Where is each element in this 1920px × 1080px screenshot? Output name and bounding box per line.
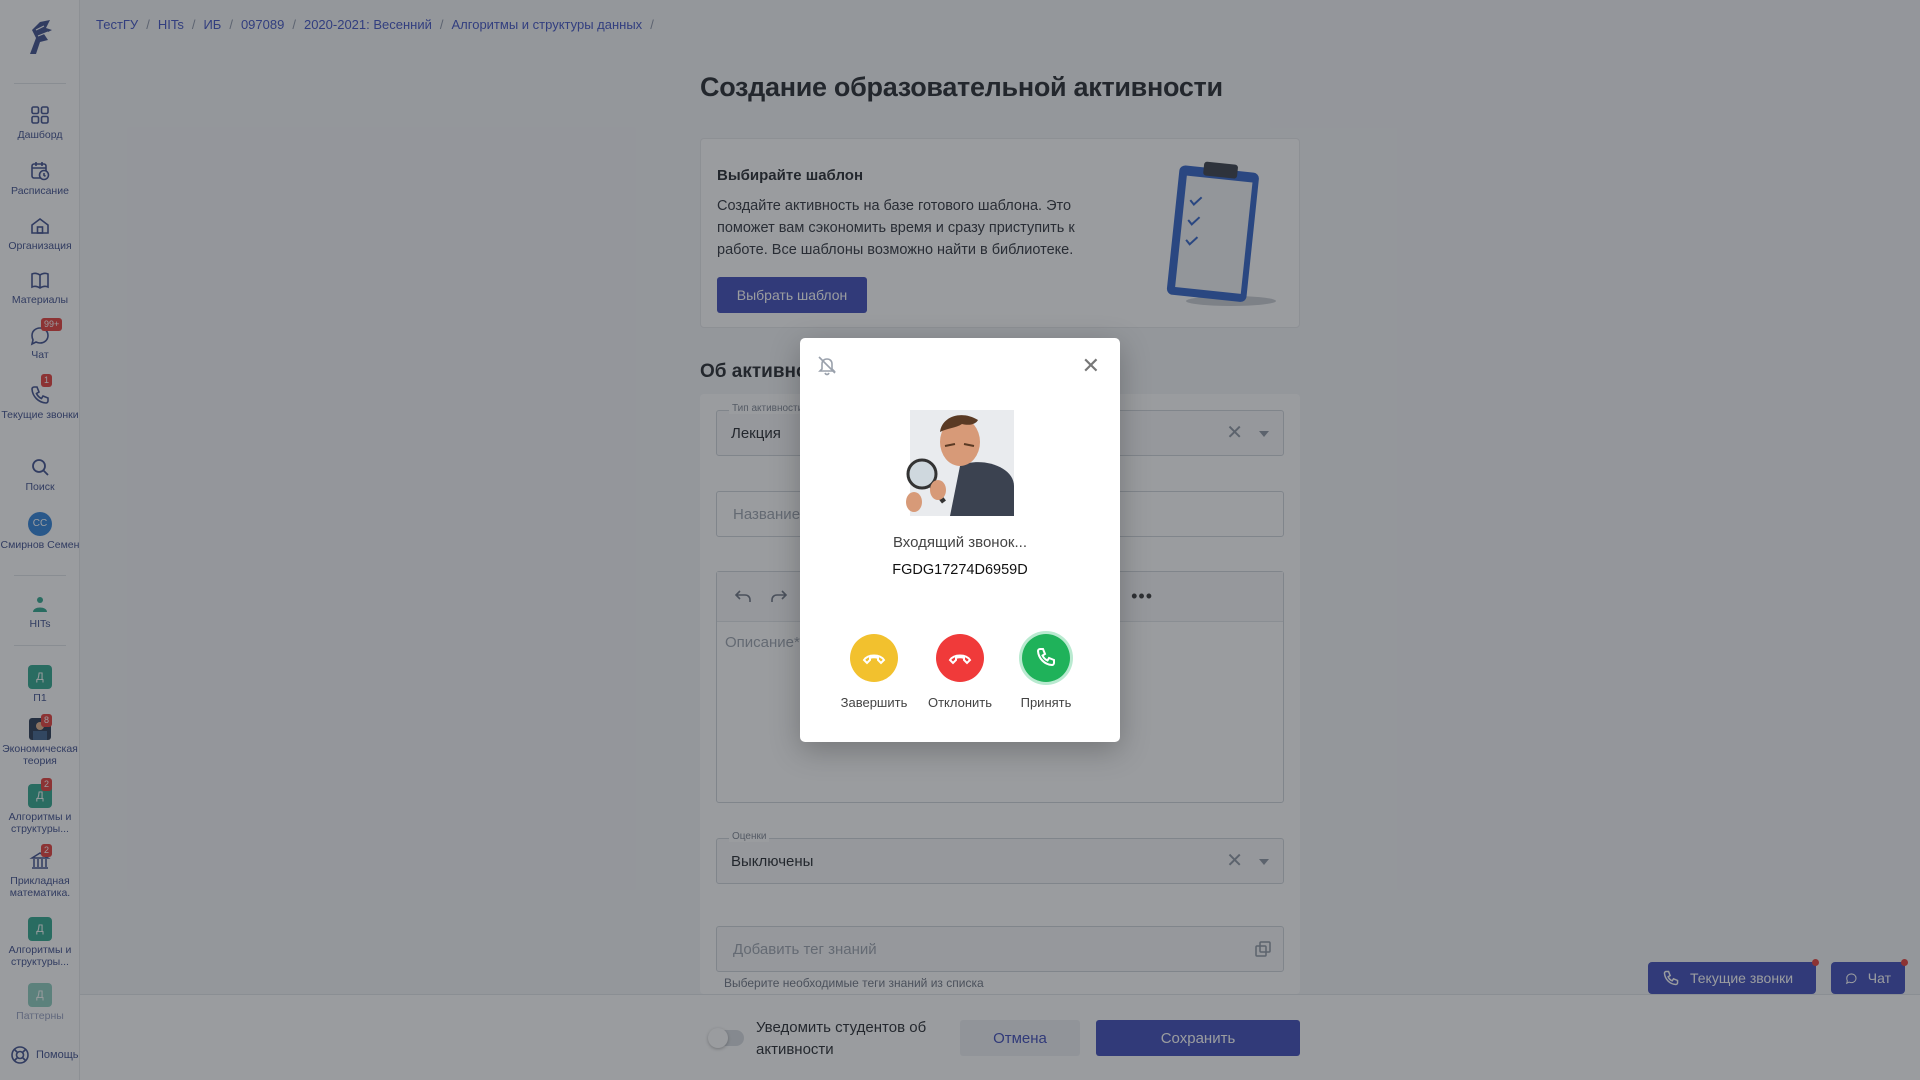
hang-up-icon	[948, 654, 972, 665]
close-icon[interactable]: ✕	[1082, 355, 1100, 377]
accept-call-button[interactable]	[1022, 634, 1070, 682]
accept-call-label: Принять	[1020, 695, 1072, 710]
decline-call-label: Отклонить	[927, 695, 993, 710]
hang-up-icon	[862, 654, 886, 665]
phone-icon	[1036, 648, 1055, 667]
bell-off-icon[interactable]	[816, 354, 838, 376]
caller-id: FGDG17274D6959D	[892, 562, 1028, 578]
incoming-call-modal: ✕ Входящий звонок... FGDG17274D6959D Зав…	[800, 338, 1120, 742]
call-status: Входящий звонок...	[892, 534, 1028, 551]
end-call-label: Завершить	[840, 695, 908, 710]
decline-call-button[interactable]	[936, 634, 984, 682]
caller-photo	[906, 410, 1014, 516]
end-call-button[interactable]	[850, 634, 898, 682]
